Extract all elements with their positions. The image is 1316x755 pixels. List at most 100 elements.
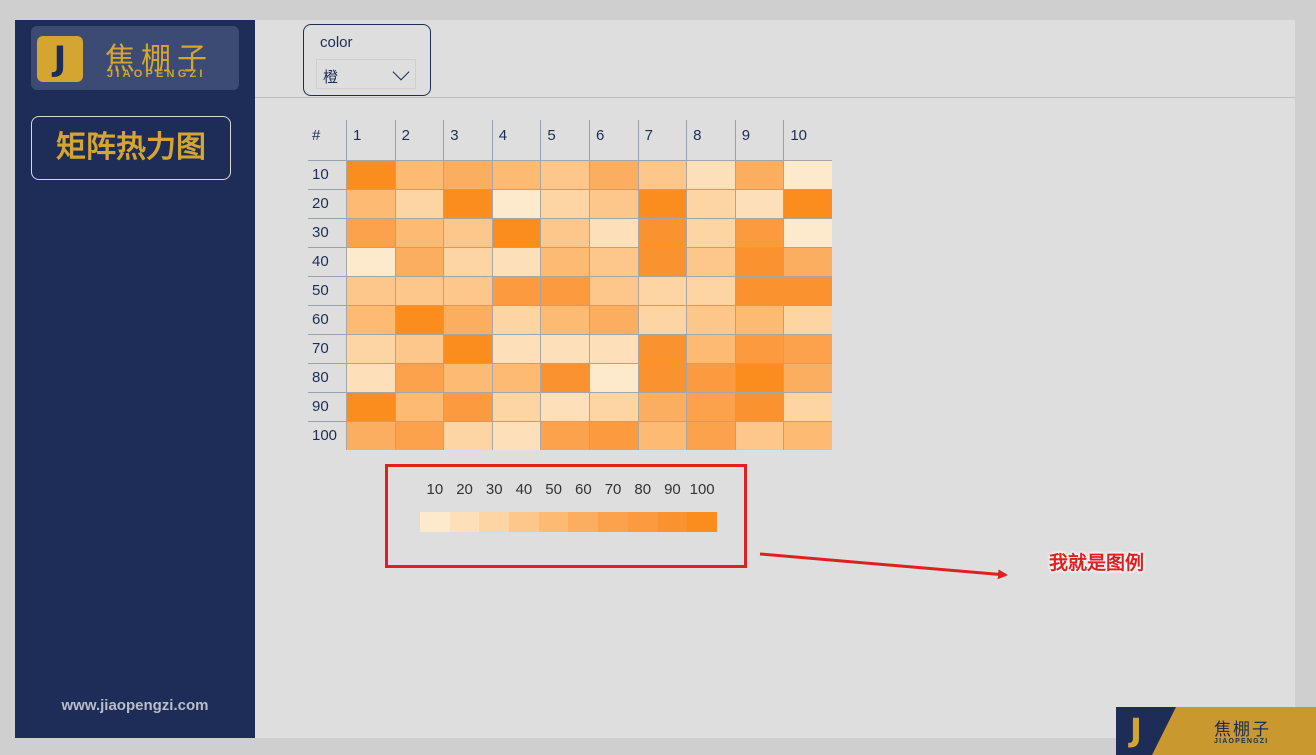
heatmap-cell[interactable] [394, 334, 444, 363]
heatmap-cell[interactable] [686, 334, 735, 363]
heatmap-cell[interactable] [346, 334, 395, 363]
heatmap-cell[interactable] [443, 160, 492, 189]
heatmap-cell[interactable] [394, 305, 444, 334]
heatmap-cell[interactable] [734, 276, 784, 305]
heatmap-cell[interactable] [637, 334, 687, 363]
heatmap-cell[interactable] [346, 247, 395, 276]
heatmap-cell[interactable] [540, 218, 589, 247]
heatmap-cell[interactable] [540, 305, 589, 334]
heatmap-cell[interactable] [734, 160, 784, 189]
heatmap-cell[interactable] [346, 392, 395, 421]
heatmap-cell[interactable] [783, 334, 832, 363]
heatmap-cell[interactable] [443, 247, 492, 276]
heatmap-cell[interactable] [734, 421, 784, 450]
heatmap-cell[interactable] [346, 189, 395, 218]
heatmap-cell[interactable] [394, 218, 444, 247]
heatmap-cell[interactable] [686, 392, 735, 421]
heatmap-cell[interactable] [491, 247, 541, 276]
heatmap-cell[interactable] [443, 363, 492, 392]
heatmap-cell[interactable] [637, 276, 687, 305]
heatmap-cell[interactable] [588, 276, 638, 305]
heatmap-cell[interactable] [686, 247, 735, 276]
heatmap-cell[interactable] [346, 218, 395, 247]
heatmap-cell[interactable] [443, 305, 492, 334]
heatmap-cell[interactable] [783, 421, 832, 450]
heatmap-cell[interactable] [734, 218, 784, 247]
heatmap-cell[interactable] [491, 305, 541, 334]
heatmap-cell[interactable] [491, 392, 541, 421]
heatmap-cell[interactable] [491, 218, 541, 247]
heatmap-cell[interactable] [637, 305, 687, 334]
heatmap-cell[interactable] [394, 421, 444, 450]
heatmap-cell[interactable] [734, 247, 784, 276]
heatmap-cell[interactable] [491, 160, 541, 189]
heatmap-cell[interactable] [686, 363, 735, 392]
heatmap-cell[interactable] [394, 363, 444, 392]
heatmap-cell[interactable] [540, 363, 589, 392]
heatmap-cell[interactable] [540, 189, 589, 218]
heatmap-cell[interactable] [734, 334, 784, 363]
heatmap-cell[interactable] [637, 247, 687, 276]
chevron-down-icon[interactable] [392, 63, 410, 81]
heatmap-cell[interactable] [394, 276, 444, 305]
heatmap-cell[interactable] [346, 276, 395, 305]
heatmap-cell[interactable] [734, 305, 784, 334]
heatmap-cell[interactable] [588, 421, 638, 450]
heatmap-cell[interactable] [588, 363, 638, 392]
heatmap-cell[interactable] [443, 218, 492, 247]
heatmap-cell[interactable] [686, 160, 735, 189]
heatmap-cell[interactable] [588, 305, 638, 334]
heatmap-cell[interactable] [443, 276, 492, 305]
heatmap-cell[interactable] [443, 421, 492, 450]
heatmap-cell[interactable] [783, 218, 832, 247]
heatmap-cell[interactable] [686, 421, 735, 450]
heatmap-cell[interactable] [734, 189, 784, 218]
heatmap-cell[interactable] [540, 421, 589, 450]
heatmap-cell[interactable] [637, 189, 687, 218]
heatmap-cell[interactable] [686, 218, 735, 247]
heatmap-cell[interactable] [637, 218, 687, 247]
heatmap-cell[interactable] [637, 160, 687, 189]
heatmap-cell[interactable] [540, 160, 589, 189]
heatmap-cell[interactable] [783, 305, 832, 334]
heatmap-cell[interactable] [588, 160, 638, 189]
heatmap-cell[interactable] [394, 392, 444, 421]
heatmap-cell[interactable] [734, 363, 784, 392]
heatmap-cell[interactable] [783, 189, 832, 218]
heatmap-cell[interactable] [540, 392, 589, 421]
heatmap-cell[interactable] [588, 189, 638, 218]
heatmap-cell[interactable] [443, 334, 492, 363]
heatmap-cell[interactable] [346, 305, 395, 334]
heatmap-cell[interactable] [491, 189, 541, 218]
heatmap-cell[interactable] [491, 363, 541, 392]
heatmap-cell[interactable] [346, 421, 395, 450]
heatmap-cell[interactable] [394, 160, 444, 189]
heatmap-cell[interactable] [637, 363, 687, 392]
heatmap-cell[interactable] [491, 421, 541, 450]
heatmap-cell[interactable] [443, 392, 492, 421]
heatmap-cell[interactable] [637, 421, 687, 450]
heatmap-cell[interactable] [588, 334, 638, 363]
heatmap-cell[interactable] [783, 247, 832, 276]
heatmap-cell[interactable] [734, 392, 784, 421]
heatmap-cell[interactable] [783, 276, 832, 305]
color-dropdown[interactable]: 橙 [316, 59, 416, 89]
heatmap-cell[interactable] [540, 276, 589, 305]
heatmap-cell[interactable] [540, 247, 589, 276]
heatmap-cell[interactable] [783, 392, 832, 421]
heatmap-cell[interactable] [783, 363, 832, 392]
heatmap-cell[interactable] [394, 247, 444, 276]
heatmap-cell[interactable] [394, 189, 444, 218]
heatmap-cell[interactable] [346, 363, 395, 392]
heatmap-cell[interactable] [443, 189, 492, 218]
heatmap-cell[interactable] [588, 218, 638, 247]
heatmap-cell[interactable] [686, 276, 735, 305]
heatmap-cell[interactable] [783, 160, 832, 189]
heatmap-cell[interactable] [637, 392, 687, 421]
heatmap-cell[interactable] [540, 334, 589, 363]
heatmap-cell[interactable] [588, 247, 638, 276]
heatmap-cell[interactable] [686, 305, 735, 334]
heatmap-cell[interactable] [491, 276, 541, 305]
heatmap-cell[interactable] [346, 160, 395, 189]
heatmap-cell[interactable] [686, 189, 735, 218]
